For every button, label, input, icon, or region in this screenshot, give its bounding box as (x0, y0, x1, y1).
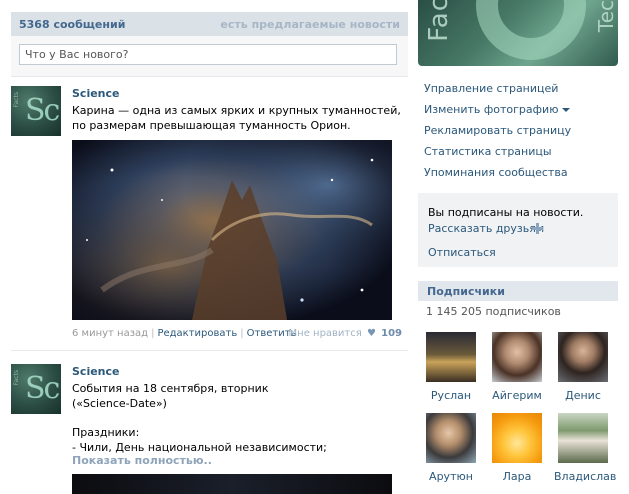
show-more-link[interactable]: Показать полностью.. (72, 454, 212, 467)
page-statistics-link[interactable]: Статистика страницы (424, 145, 552, 158)
plus-icon[interactable] (532, 223, 543, 234)
follower-avatar (558, 332, 608, 382)
post-text: События на 18 сентября, вторник («Scienc… (72, 381, 372, 455)
follower-name: Лара (502, 470, 532, 483)
heart-icon: ♥ (366, 328, 376, 339)
post-author-avatar[interactable]: Facts Sc (11, 86, 61, 136)
follower-name: Айгерим (492, 389, 542, 402)
community-cover-photo[interactable]: Fac Tec (418, 0, 618, 66)
advertise-page-link[interactable]: Рекламировать страницу (424, 124, 571, 137)
follower-name: Руслан (430, 389, 472, 402)
follower-avatar (492, 413, 542, 463)
post-image[interactable] (72, 474, 392, 494)
caret-down-icon (562, 108, 571, 112)
follower-name: Денис (565, 389, 601, 402)
post-text-line: Праздники: (72, 426, 140, 439)
followers-title: Подписчики (427, 285, 505, 298)
avatar-logo: Sc (25, 93, 60, 128)
followers-count: 1 145 205 подписчиков (426, 305, 561, 318)
post-text-line: События на 18 сентября, вторник (72, 382, 269, 395)
followers-header[interactable]: Подписчики (418, 281, 618, 301)
wall-header: 5368 сообщений есть предлагаемые новости (11, 12, 408, 36)
follower-avatar (426, 332, 476, 382)
community-mentions-link[interactable]: Упоминания сообщества (424, 166, 568, 179)
status-area (11, 36, 408, 77)
cover-logo-shape (476, 0, 586, 60)
post-time[interactable]: 6 минут назад (72, 328, 148, 339)
follower-card[interactable]: Денис (554, 332, 612, 402)
follower-card[interactable]: Лара (488, 413, 546, 483)
avatar-logo: Sc (25, 371, 60, 406)
post-text: Карина — одна из самых ярких и крупных т… (72, 104, 401, 132)
suggested-news-link[interactable]: есть предлагаемые новости (220, 18, 400, 31)
follower-avatar (558, 413, 608, 463)
post-author-avatar[interactable]: Facts Sc (11, 364, 61, 414)
post-divider (11, 350, 408, 351)
follower-avatar (492, 332, 542, 382)
unsubscribe-link[interactable]: Отписаться (428, 246, 496, 259)
follower-card[interactable]: Руслан (422, 332, 480, 402)
post-text-line: («Science-Date») (72, 397, 167, 410)
avatar-vertical-text: Facts (13, 92, 20, 108)
cover-text: Tec (594, 0, 618, 33)
follower-avatar (426, 413, 476, 463)
post-image-nebula[interactable] (72, 140, 392, 320)
follower-name: Арутюн (429, 470, 473, 483)
like-count: 109 (381, 328, 402, 339)
nebula-image (72, 140, 392, 320)
avatar-vertical-text: Facts (13, 370, 20, 386)
follower-name: Владислав (554, 470, 617, 483)
post-edit-link[interactable]: Редактировать (157, 328, 237, 339)
wall-post-count[interactable]: 5368 сообщений (19, 18, 125, 31)
tell-friends-link[interactable]: Рассказать друзьям (428, 222, 544, 235)
subscribed-text: Вы подписаны на новости. (428, 206, 584, 219)
status-input[interactable] (19, 44, 397, 65)
manage-page-link[interactable]: Управление страницей (424, 82, 558, 95)
post-meta: 6 минут назад | Редактировать | Ответить Мне… (72, 328, 402, 339)
post-author-link[interactable]: Science (72, 365, 120, 378)
subscription-box: Вы подписаны на новости. Рассказать друз… (418, 193, 618, 267)
like-button[interactable]: Мне нравится ♥ 109 (289, 328, 402, 339)
post-text-line: - Чили, День национальной независимости; (72, 441, 327, 454)
follower-card[interactable]: Айгерим (488, 332, 546, 402)
post-author-link[interactable]: Science (72, 87, 120, 100)
cover-text: Fac (424, 0, 454, 42)
like-label: Мне нравится (288, 328, 362, 339)
follower-card[interactable]: Арутюн (422, 413, 480, 483)
change-photo-link[interactable]: Изменить фотографию (424, 103, 571, 116)
follower-card[interactable]: Владислав (554, 413, 617, 483)
change-photo-label: Изменить фотографию (424, 103, 559, 116)
